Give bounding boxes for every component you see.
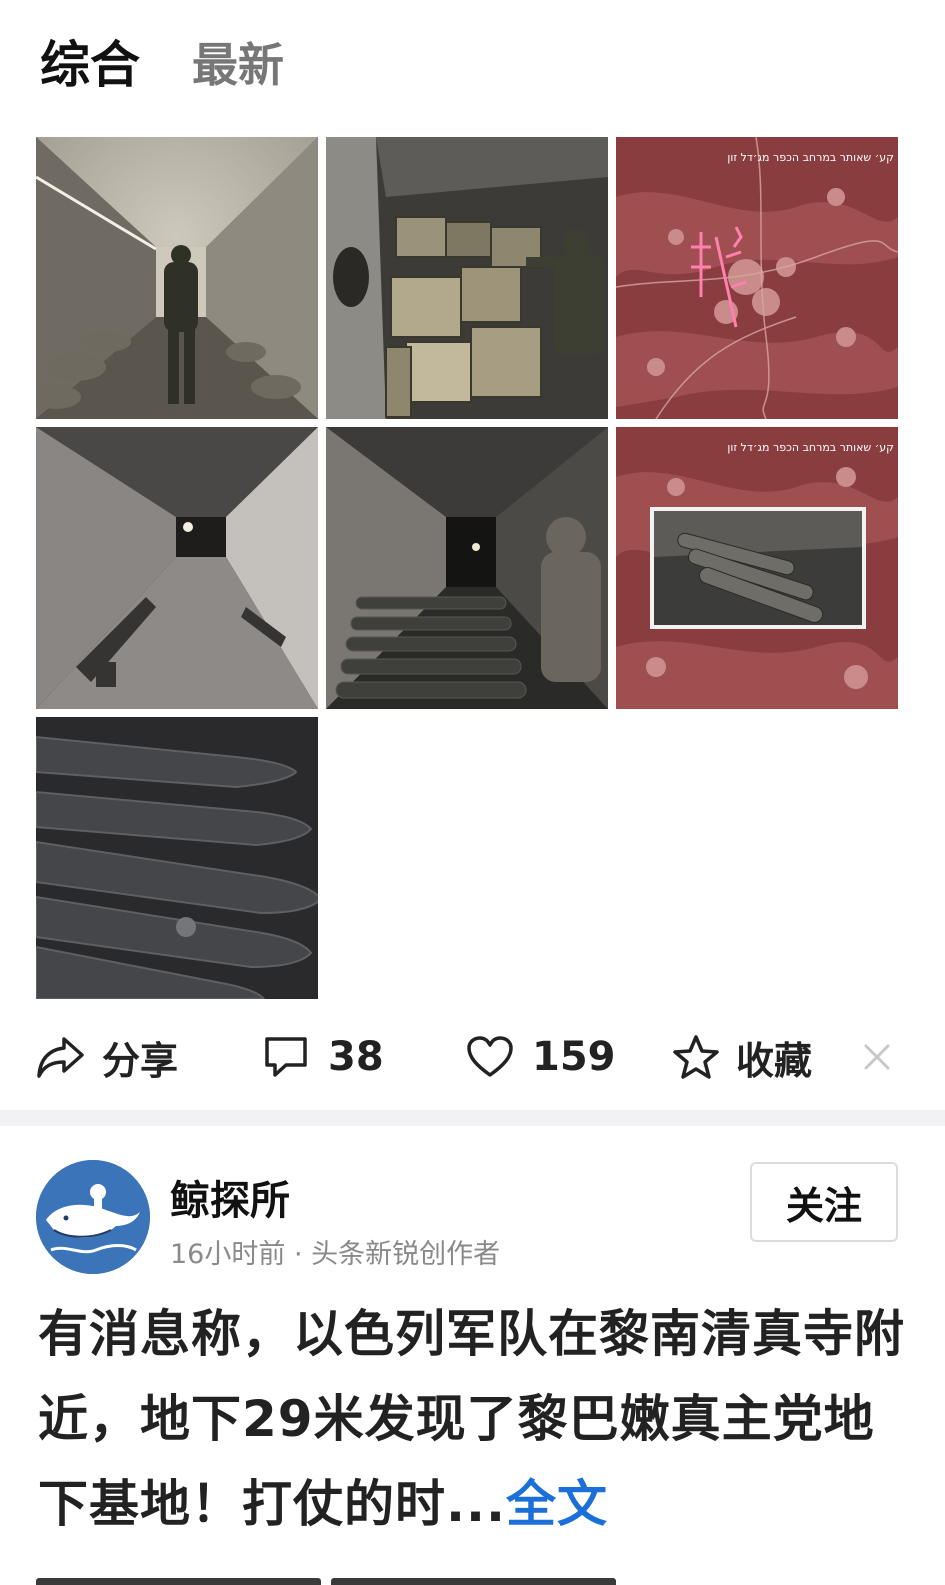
map-overlay-photo[interactable]: קע׳ שאותר במרחב הכפר מג׳דל זון	[616, 137, 898, 419]
tunnel-soldier-photo[interactable]	[36, 137, 318, 419]
next-image-1	[36, 1578, 321, 1585]
tab-comprehensive[interactable]: 综合	[40, 40, 140, 90]
share-icon	[37, 1037, 84, 1078]
section-divider	[0, 1110, 945, 1126]
empty-tunnel-photo[interactable]	[36, 427, 318, 709]
comment-icon	[265, 1037, 307, 1077]
author-name[interactable]: 鲸探所	[170, 1168, 290, 1226]
author-meta: 16小时前 · 头条新锐创作者	[170, 1239, 501, 1270]
follow-button[interactable]: 关注	[750, 1162, 898, 1242]
next-images-peek	[36, 1578, 616, 1585]
whale-logo-icon	[36, 1160, 150, 1274]
favorite-button[interactable]: 收藏	[672, 1025, 812, 1089]
next-image-2	[331, 1578, 616, 1585]
read-more-link[interactable]: 全文	[506, 1475, 608, 1533]
comment-count: 38	[328, 1034, 384, 1080]
like-count: 159	[532, 1034, 616, 1080]
avatar[interactable]	[36, 1160, 150, 1274]
share-label: 分享	[102, 1038, 179, 1083]
map-inset-caption: קע׳ שאותר במרחב הכפר מג׳דל זון	[727, 441, 894, 454]
map-inset-photo[interactable]: קע׳ שאותר במרחב הכפר מג׳דל זון	[616, 427, 898, 709]
post-text[interactable]: 有消息称，以色列军队在黎南清真寺附近，地下29米发现了黎巴嫩真主党地下基地！打仗…	[38, 1292, 918, 1547]
post-body: 有消息称，以色列军队在黎南清真寺附近，地下29米发现了黎巴嫩真主党地下基地！打仗…	[38, 1305, 905, 1533]
favorite-label: 收藏	[736, 1038, 813, 1083]
heart-icon	[467, 1036, 513, 1077]
tunnel-rockets-photo[interactable]	[326, 427, 608, 709]
ammo-crates-photo[interactable]	[326, 137, 608, 419]
action-bar: 分享 38 159 收藏	[36, 1025, 906, 1089]
author-row: 鲸探所 16小时前 · 头条新锐创作者 关注	[36, 1160, 906, 1278]
feed-tabs: 综合 最新	[40, 30, 336, 100]
close-icon	[864, 1044, 890, 1070]
map-caption: קע׳ שאותר במרחב הכפר מג׳דל זון	[727, 151, 894, 164]
rockets-closeup-photo[interactable]	[36, 717, 318, 999]
share-button[interactable]: 分享	[36, 1025, 178, 1089]
star-icon	[673, 1035, 719, 1079]
dismiss-button[interactable]	[862, 1025, 892, 1089]
like-button[interactable]: 159	[466, 1025, 616, 1089]
comment-button[interactable]: 38	[262, 1025, 384, 1089]
tab-latest[interactable]: 最新	[192, 42, 284, 88]
